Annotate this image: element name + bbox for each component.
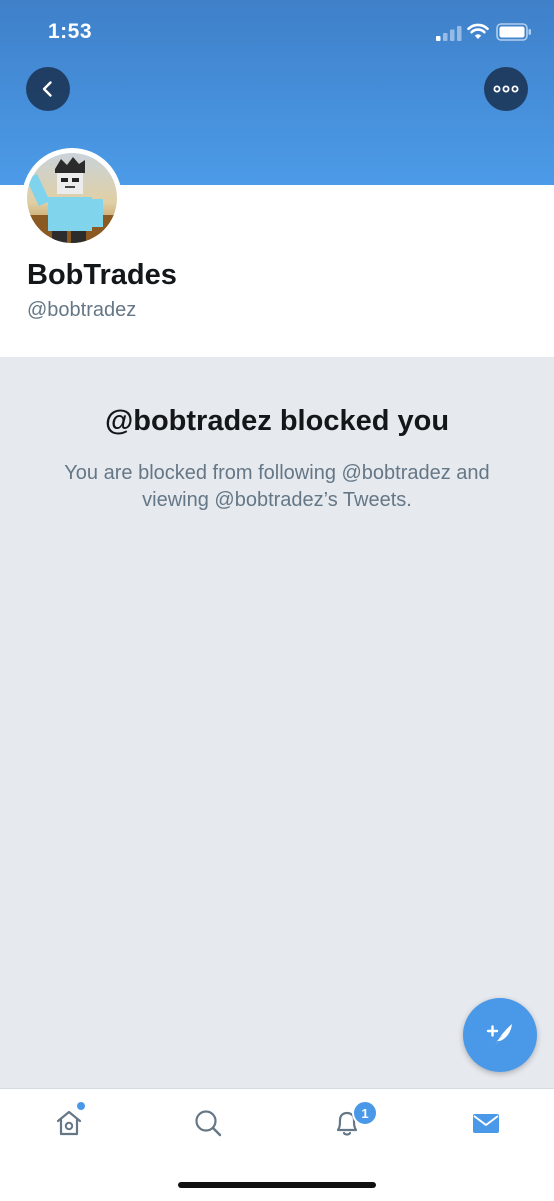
home-icon xyxy=(56,1110,82,1136)
avatar[interactable] xyxy=(22,148,122,248)
compose-tweet-button[interactable] xyxy=(463,998,537,1072)
wifi-icon xyxy=(467,23,489,39)
tab-messages[interactable] xyxy=(466,1103,506,1143)
home-indicator xyxy=(178,1182,376,1188)
chevron-left-icon xyxy=(42,81,52,97)
cellular-signal-icon xyxy=(436,26,462,41)
more-options-button[interactable] xyxy=(484,67,528,111)
profile-display-name: BobTrades xyxy=(27,259,177,291)
profile-handle: @bobtradez xyxy=(27,299,137,321)
blocked-description: You are blocked from following @bobtrade… xyxy=(64,462,490,511)
tab-search[interactable] xyxy=(188,1103,228,1143)
status-time: 1:53 xyxy=(48,20,93,43)
search-icon xyxy=(195,1110,222,1137)
envelope-icon xyxy=(473,1114,499,1133)
compose-tweet-icon xyxy=(486,1024,512,1047)
back-button[interactable] xyxy=(26,67,70,111)
status-bar: 1:53 xyxy=(0,0,554,66)
blocked-title: @bobtradez blocked you xyxy=(104,405,450,437)
battery-icon xyxy=(496,23,531,41)
home-unread-dot xyxy=(77,1102,85,1110)
notifications-badge: 1 xyxy=(352,1100,378,1126)
avatar-image xyxy=(27,153,117,243)
ellipsis-icon xyxy=(493,85,519,93)
